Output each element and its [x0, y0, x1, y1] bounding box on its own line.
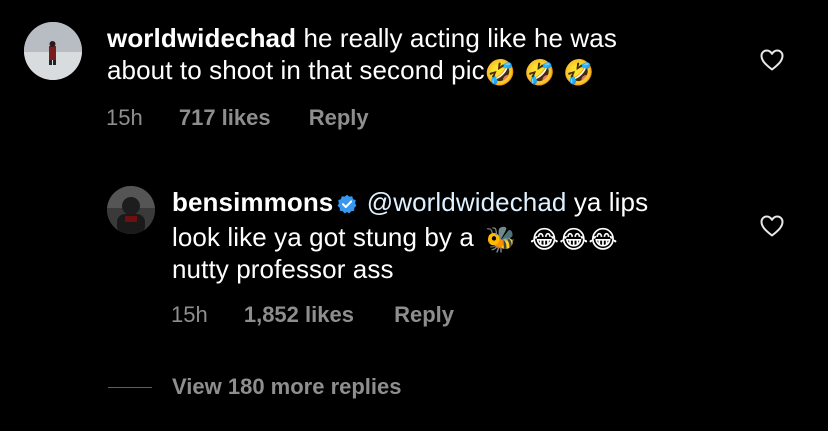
view-more-replies-button[interactable]: View 180 more replies — [108, 372, 402, 402]
heart-outline-icon — [760, 215, 784, 237]
comment-text: bensimmons @worldwidechad ya lips look l… — [172, 186, 752, 285]
comment-body-line1: ya lips — [573, 187, 649, 217]
comment-body-line2: look like ya got stung by a — [172, 222, 474, 252]
comment-meta: 15h 717 likes Reply — [106, 105, 369, 131]
timestamp[interactable]: 15h — [106, 105, 143, 131]
thread-divider-line — [108, 386, 152, 388]
comment-meta: 15h 1,852 likes Reply — [171, 302, 454, 328]
like-button[interactable] — [760, 215, 784, 242]
reply-button[interactable]: Reply — [309, 105, 369, 131]
timestamp[interactable]: 15h — [171, 302, 208, 328]
likes-count[interactable]: 1,852 likes — [244, 302, 354, 328]
reply-button[interactable]: Reply — [394, 302, 454, 328]
username[interactable]: worldwidechad — [107, 23, 296, 53]
mention-link[interactable]: @worldwidechad — [367, 187, 567, 217]
avatar[interactable] — [107, 186, 155, 234]
view-more-replies-label: View 180 more replies — [172, 374, 402, 399]
profile-photo-avatar-icon — [107, 186, 155, 234]
comment-body-line2: about to shoot in that second pic — [107, 55, 485, 85]
avatar[interactable] — [24, 22, 82, 80]
rofl-emoji: 🤣 🤣 🤣 — [484, 58, 595, 87]
verified-badge-icon — [337, 189, 357, 221]
tears-of-joy-emoji: 😂😂😂 — [529, 225, 618, 254]
comment-body-line1: he really acting like he was — [303, 23, 617, 53]
person-in-snow-avatar-icon — [24, 22, 82, 80]
heart-outline-icon — [760, 49, 784, 71]
bee-emoji: 🐝 — [485, 225, 517, 254]
comment-text: worldwidechad he really acting like he w… — [107, 22, 747, 86]
like-button[interactable] — [760, 49, 784, 76]
likes-count[interactable]: 717 likes — [179, 105, 271, 131]
username[interactable]: bensimmons — [172, 187, 333, 217]
comment-body-line3: nutty professor ass — [172, 254, 394, 284]
